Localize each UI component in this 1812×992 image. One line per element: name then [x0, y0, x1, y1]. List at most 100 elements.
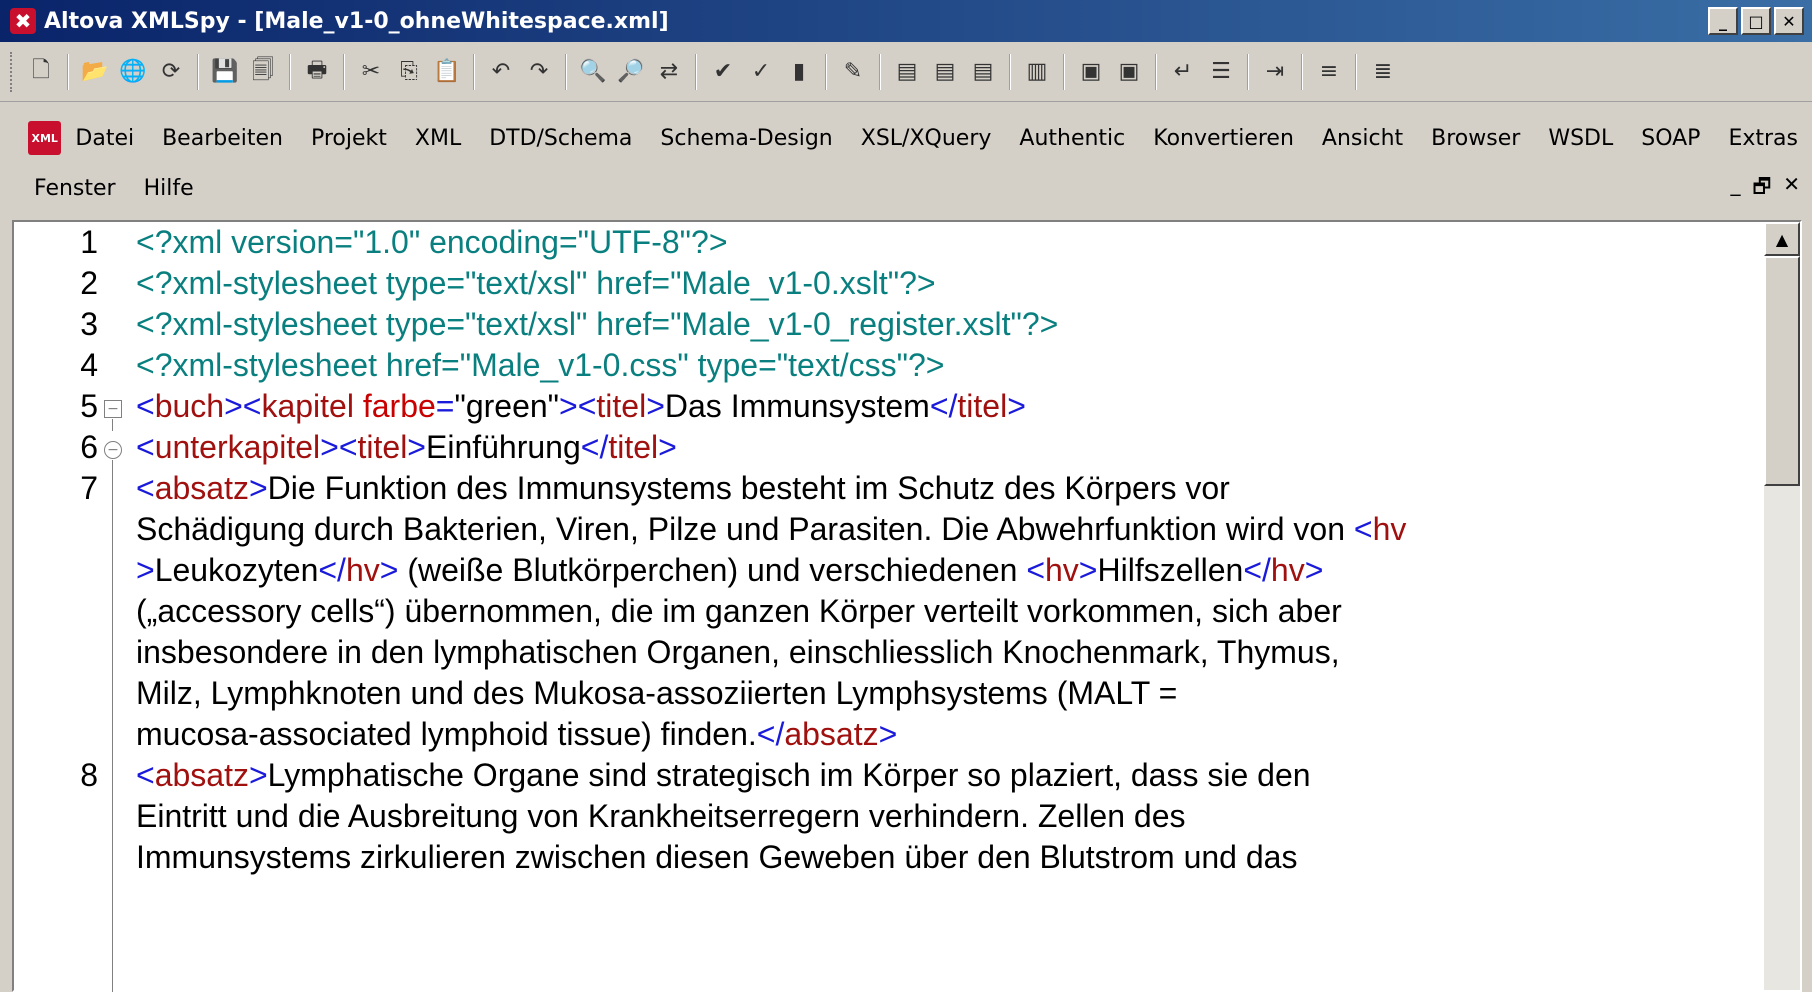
element-name: titel	[596, 388, 647, 424]
menu-soap[interactable]: SOAP	[1627, 126, 1714, 151]
scroll-thumb[interactable]	[1764, 256, 1800, 486]
find-next-icon[interactable]: 🔎	[614, 55, 648, 89]
open-icon[interactable]: 📂	[78, 55, 112, 89]
undo-icon[interactable]: ↶	[484, 55, 518, 89]
menu-extras[interactable]: Extras	[1714, 126, 1812, 151]
toolbar-separator	[1155, 53, 1157, 90]
menu-authentic[interactable]: Authentic	[1005, 126, 1139, 151]
menu-dtd-schema[interactable]: DTD/Schema	[475, 126, 646, 151]
pretty-print-icon[interactable]: ☰	[1204, 55, 1238, 89]
text-content: Milz, Lymphknoten und des Mukosa-assozii…	[136, 675, 1178, 711]
menu-xml[interactable]: XML	[401, 126, 475, 151]
toolbar-separator	[197, 53, 199, 90]
xml-document-icon[interactable]: XML	[28, 121, 62, 155]
file-icon[interactable]: ▣	[1112, 55, 1146, 89]
toolbar-grip[interactable]	[10, 51, 14, 92]
xq-icon[interactable]: ▤	[966, 55, 1000, 89]
menu-bearbeiten[interactable]: Bearbeiten	[148, 126, 297, 151]
xsl-icon[interactable]: ▤	[890, 55, 924, 89]
element-name: absatz	[154, 757, 249, 793]
maximize-button[interactable]: □	[1741, 7, 1771, 35]
window-controls: _ □ ✕	[1708, 7, 1804, 35]
code-line-7-wrap: Milz, Lymphknoten und des Mukosa-assozii…	[136, 673, 1746, 714]
scroll-up-button[interactable]: ▲	[1764, 222, 1800, 256]
code-area[interactable]: <?xml version="1.0" encoding="UTF-8"?> <…	[136, 222, 1746, 878]
text-icon[interactable]: ≣	[1366, 55, 1400, 89]
text-editor[interactable]: 1 2 3 4 5 − 6 − 7 8 <?xml version="1.0" …	[12, 220, 1802, 992]
code-line-8-wrap: Immunsystems zirkulieren zwischen diesen…	[136, 837, 1746, 878]
copy-icon[interactable]: ⎘	[392, 55, 426, 89]
doc-minimize-button[interactable]: _	[1730, 172, 1740, 206]
code-line-3: <?xml-stylesheet type="text/xsl" href="M…	[136, 304, 1746, 345]
code-line-8-wrap: Eintritt und die Ausbreitung von Krankhe…	[136, 796, 1746, 837]
open-url-icon[interactable]: 🌐	[116, 55, 150, 89]
save-all-icon[interactable]: 🗐	[246, 55, 280, 89]
menu-fenster[interactable]: Fenster	[16, 176, 130, 201]
xmlspy-app-icon[interactable]: ✖	[10, 8, 36, 34]
element-name: unterkapitel	[154, 429, 321, 465]
toolbar-separator	[67, 53, 69, 90]
document-window-controls: _ 🗗 ✕	[1730, 172, 1800, 206]
save-icon[interactable]: 💾	[208, 55, 242, 89]
menu-datei[interactable]: Datei	[61, 126, 148, 151]
window-title: Altova XMLSpy - [Male_v1-0_ohneWhitespac…	[44, 8, 669, 34]
grid-view-icon[interactable]: ▥	[1020, 55, 1054, 89]
toolbar-separator	[1301, 53, 1303, 90]
line-number: 6	[80, 429, 98, 465]
text-content: Hilfszellen	[1097, 552, 1244, 588]
spellcheck-icon[interactable]: ✎	[836, 55, 870, 89]
element-name: kapitel	[261, 388, 354, 424]
line-number: 7	[80, 470, 98, 506]
new-icon[interactable]: 🗋	[24, 55, 58, 89]
menu-xsl-xquery[interactable]: XSL/XQuery	[847, 126, 1006, 151]
replace-icon[interactable]: ⇄	[652, 55, 686, 89]
wrap-icon[interactable]: ↵	[1166, 55, 1200, 89]
vertical-scrollbar[interactable]: ▲	[1764, 222, 1800, 990]
collapse-icon[interactable]: −	[104, 441, 122, 459]
toolbar-separator	[289, 53, 291, 90]
menu-projekt[interactable]: Projekt	[297, 126, 401, 151]
code-line-7: <absatz>Die Funktion des Immunsystems be…	[136, 470, 1230, 506]
code-line-6: <unterkapitel><titel>Einführung</titel>	[136, 429, 677, 465]
check-wellformed-icon[interactable]: ✔	[706, 55, 740, 89]
menu-schema-design[interactable]: Schema-Design	[646, 126, 846, 151]
text-content: Die Funktion des Immunsystems besteht im…	[267, 470, 1230, 506]
processing-instruction: <?xml version="1.0" encoding="UTF-8"?>	[136, 224, 728, 260]
toolbar-separator	[565, 53, 567, 90]
print-icon[interactable]: 🖶	[300, 55, 334, 89]
menu-browser[interactable]: Browser	[1417, 126, 1534, 151]
indent-icon[interactable]: ⇥	[1258, 55, 1292, 89]
title-bar: ✖ Altova XMLSpy - [Male_v1-0_ohneWhitesp…	[0, 0, 1812, 42]
validate-icon[interactable]: ✓	[744, 55, 778, 89]
find-icon[interactable]: 🔍	[576, 55, 610, 89]
menu-wsdl[interactable]: WSDL	[1534, 126, 1627, 151]
text-content: (weiße Blutkörperchen) und verschiedenen	[398, 552, 1027, 588]
menu-hilfe[interactable]: Hilfe	[130, 176, 208, 201]
dtd-icon[interactable]: ▣	[1074, 55, 1108, 89]
doc-close-button[interactable]: ✕	[1783, 172, 1800, 206]
attribute-value: "green"	[454, 388, 560, 424]
collapse-icon[interactable]: −	[104, 400, 122, 418]
menu-konvertieren[interactable]: Konvertieren	[1139, 126, 1308, 151]
code-line-7-wrap: >Leukozyten</hv> (weiße Blutkörperchen) …	[136, 552, 1324, 588]
paste-icon[interactable]: 📋	[430, 55, 464, 89]
element-name: titel	[357, 429, 408, 465]
toolbar-separator	[695, 53, 697, 90]
toolbar-separator	[343, 53, 345, 90]
element-name: hv	[1045, 552, 1079, 588]
fold-line	[112, 419, 113, 431]
line-number: 2	[80, 265, 98, 301]
text-content: Das Immunsystem	[664, 388, 930, 424]
cut-icon[interactable]: ✂	[354, 55, 388, 89]
xpath-icon[interactable]: ≡	[1312, 55, 1346, 89]
menu-bar: XML Datei Bearbeiten Projekt XML DTD/Sch…	[0, 112, 1812, 164]
close-button[interactable]: ✕	[1774, 7, 1804, 35]
redo-icon[interactable]: ↷	[522, 55, 556, 89]
doc-restore-button[interactable]: 🗗	[1752, 172, 1771, 206]
menu-ansicht[interactable]: Ansicht	[1308, 126, 1417, 151]
minimize-button[interactable]: _	[1708, 7, 1738, 35]
fo-icon[interactable]: ▤	[928, 55, 962, 89]
reload-icon[interactable]: ⟳	[154, 55, 188, 89]
code-line-7-wrap: insbesondere in den lymphatischen Organe…	[136, 632, 1746, 673]
insert-icon[interactable]: ▮	[782, 55, 816, 89]
